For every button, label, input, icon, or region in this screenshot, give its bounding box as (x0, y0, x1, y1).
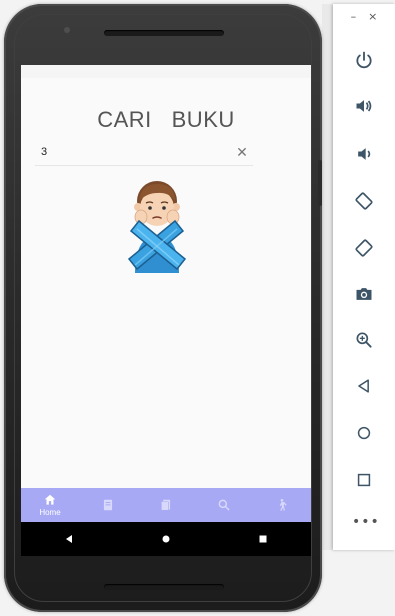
system-navigation-bar (21, 522, 311, 556)
emulator-divider (322, 4, 333, 550)
nav-item-books[interactable] (137, 488, 195, 522)
nav-item-book[interactable] (79, 488, 137, 522)
overview-square-icon (259, 535, 267, 543)
window-controls: – × (333, 10, 395, 30)
phone-side-button (318, 160, 322, 206)
bottom-navigation: Home (21, 488, 311, 522)
home-circle-icon (357, 426, 371, 440)
more-button[interactable]: ••• (352, 515, 379, 529)
nav-label-home: Home (39, 508, 61, 517)
system-overview-button[interactable] (252, 528, 274, 550)
front-camera (64, 27, 70, 33)
home-dot-icon (162, 535, 170, 543)
system-back-button[interactable] (58, 528, 80, 550)
power-icon (356, 51, 372, 69)
books-icon (161, 499, 171, 511)
volume-down-icon (358, 148, 371, 160)
overview-icon (357, 473, 371, 487)
search-input[interactable] (35, 143, 221, 161)
search-icon (218, 499, 230, 511)
rotate-right-button[interactable] (352, 236, 376, 260)
status-bar (21, 65, 311, 78)
app-screen: CARI BUKU ✕ (21, 65, 311, 556)
zoom-icon (356, 332, 372, 348)
rotate-left-button[interactable] (352, 189, 376, 213)
zoom-button[interactable] (352, 328, 376, 352)
rotate-left-icon (355, 192, 373, 210)
close-button[interactable]: × (368, 10, 377, 30)
minimize-button[interactable]: – (351, 10, 357, 30)
bottom-speaker (104, 584, 224, 590)
system-home-button[interactable] (155, 528, 177, 550)
nav-item-search[interactable] (195, 488, 253, 522)
power-button[interactable] (352, 48, 376, 72)
book-icon (103, 499, 113, 511)
screenshot-button[interactable] (352, 282, 376, 306)
back-triangle-icon (66, 535, 73, 543)
clear-search-button[interactable]: ✕ (231, 143, 253, 163)
no-results-person-crossed-arms-icon (117, 177, 197, 273)
volume-down-button[interactable] (352, 142, 376, 166)
home-icon (44, 494, 56, 505)
volume-up-icon (356, 100, 372, 112)
home-button[interactable] (352, 421, 376, 445)
person-walking-icon (279, 498, 287, 511)
search-bar: ✕ (35, 141, 253, 166)
back-icon (358, 379, 369, 393)
back-button[interactable] (352, 374, 376, 398)
phone-frame: CARI BUKU ✕ (4, 4, 322, 612)
top-speaker (104, 30, 224, 36)
rotate-right-icon (355, 239, 373, 257)
nav-item-person[interactable] (253, 488, 311, 522)
overview-button[interactable] (352, 468, 376, 492)
volume-up-button[interactable] (352, 94, 376, 118)
emulator-toolbar: – × ••• (333, 4, 395, 550)
camera-icon (356, 288, 372, 300)
nav-item-home[interactable]: Home (21, 488, 79, 522)
page-title: CARI BUKU (97, 107, 235, 132)
